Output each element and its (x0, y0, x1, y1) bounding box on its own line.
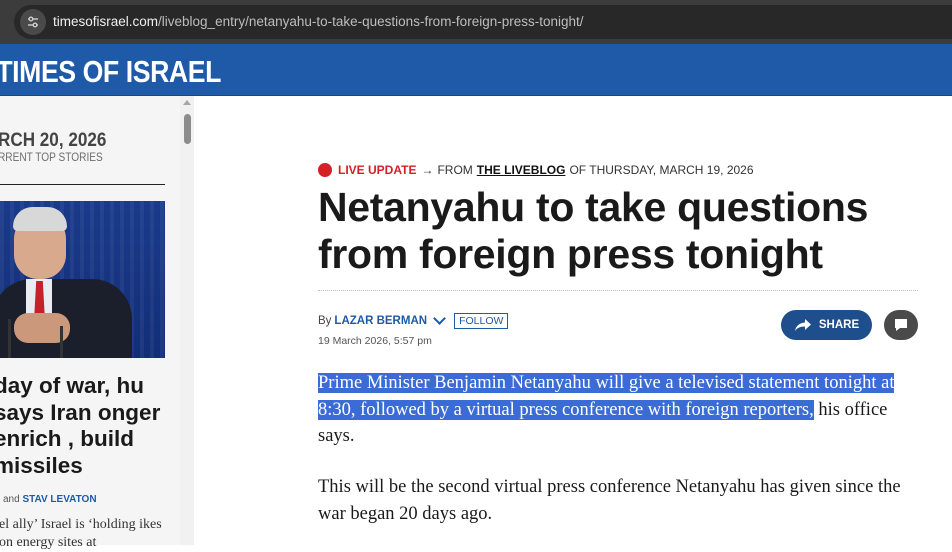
lead-story-dek: el ally’ Israel is ‘holding ikes on ener… (0, 517, 162, 550)
sidebar-divider (0, 184, 165, 185)
liveblog-date: OF THURSDAY, MARCH 19, 2026 (569, 163, 754, 177)
arrow-right-icon: → (421, 163, 434, 177)
site-masthead: E TIMES OF ISRAEL (0, 44, 952, 96)
chevron-down-icon[interactable] (433, 312, 446, 325)
live-dot-icon (318, 163, 332, 177)
byline-and: and (3, 494, 20, 505)
url-path: /liveblog_entry/netanyahu-to-take-questi… (158, 14, 584, 29)
liveblog-link[interactable]: THE LIVEBLOG (477, 163, 566, 177)
site-info-icon[interactable] (20, 9, 46, 35)
photo-microphone (60, 326, 63, 358)
sidebar-scrollbar[interactable] (180, 96, 194, 545)
article-paragraph: This will be the second virtual press co… (318, 477, 901, 524)
site-logo[interactable]: E TIMES OF ISRAEL (0, 54, 221, 90)
live-update-label-row: LIVE UPDATE → FROM THE LIVEBLOG OF THURS… (318, 162, 754, 178)
follow-button[interactable]: FOLLOW (454, 313, 509, 329)
sidebar-date: RCH 20, 2026 (0, 130, 107, 151)
selected-text: Prime Minister Benjamin Netanyahu will g… (318, 373, 895, 420)
lead-story-byline: and STAV LEVATON (3, 494, 97, 505)
article-title: Netanyahu to take questions from foreign… (318, 184, 869, 277)
share-button[interactable]: SHARE (781, 310, 872, 340)
browser-toolbar: timesofisrael.com/liveblog_entry/netanya… (0, 0, 952, 44)
comment-button[interactable] (884, 310, 918, 340)
author-link[interactable]: LAZAR BERMAN (334, 315, 427, 327)
sidebar-subtitle: RRENT TOP STORIES (0, 152, 103, 164)
article-timestamp: 19 March 2026, 5:57 pm (318, 335, 432, 347)
photo-microphone (8, 319, 11, 358)
lead-story-headline[interactable]: day of war, hu says Iran onger enrich , … (0, 373, 184, 479)
scroll-up-arrow-icon[interactable] (183, 100, 191, 105)
share-arrow-icon (794, 319, 811, 331)
byline-author-link[interactable]: STAV LEVATON (22, 494, 96, 505)
comment-bubble-icon (895, 319, 907, 331)
share-label: SHARE (818, 319, 860, 331)
byline-by: By (318, 315, 332, 327)
live-update-label: LIVE UPDATE (338, 163, 417, 177)
from-label: FROM (437, 163, 473, 177)
url-host: timesofisrael.com (53, 14, 159, 29)
article-byline: By LAZAR BERMAN FOLLOW (318, 312, 509, 329)
url-text[interactable]: timesofisrael.com/liveblog_entry/netanya… (53, 14, 584, 29)
photo-hair (13, 207, 67, 231)
article-paragraph: Prime Minister Benjamin Netanyahu will g… (318, 370, 918, 450)
scrollbar-thumb[interactable] (184, 114, 191, 144)
lead-story-photo[interactable] (0, 201, 165, 358)
title-divider (318, 290, 918, 291)
